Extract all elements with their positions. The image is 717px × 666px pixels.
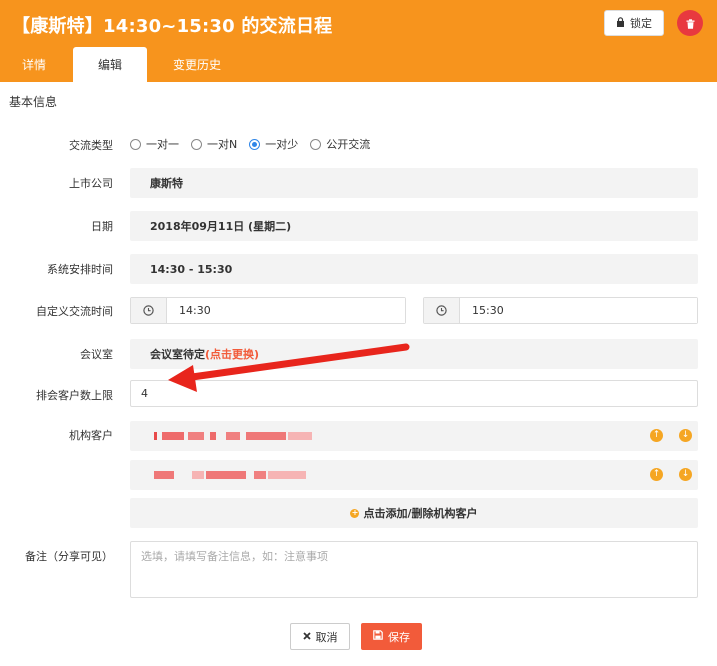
blurred-client-name <box>268 471 306 479</box>
radio-one-to-few[interactable]: 一对少 <box>249 136 298 152</box>
blurred-client-name <box>188 432 204 440</box>
date-value: 2018年09月11日 (星期二) <box>130 211 698 241</box>
cancel-button[interactable]: 取消 <box>290 623 350 650</box>
notes-textarea[interactable] <box>130 541 698 598</box>
client-limit-label: 排会客户数上限 <box>36 389 113 402</box>
trash-icon <box>686 14 695 33</box>
cancel-label: 取消 <box>315 630 338 644</box>
radio-button[interactable] <box>310 138 322 150</box>
clients-label: 机构客户 <box>69 429 113 442</box>
radio-label: 公开交流 <box>326 138 371 151</box>
lock-button[interactable]: 锁定 <box>604 10 664 36</box>
radio-label: 一对一 <box>146 138 179 151</box>
change-room-link[interactable]: (点击更换) <box>205 346 259 362</box>
section-title: 基本信息 <box>9 95 58 109</box>
meeting-room-value: 会议室待定 (点击更换) <box>130 339 698 369</box>
company-value: 康斯特 <box>130 168 698 198</box>
radio-button-checked[interactable] <box>249 138 261 150</box>
clock-icon <box>424 298 460 323</box>
client-row: ↑ ↓ <box>130 421 698 451</box>
blurred-client-name <box>206 471 246 479</box>
blurred-client-name <box>226 432 240 440</box>
blurred-client-name <box>246 432 286 440</box>
start-time-input[interactable] <box>167 298 405 323</box>
exchange-type-radios: 一对一 一对N 一对少 公开交流 <box>130 136 382 152</box>
exchange-type-label: 交流类型 <box>69 139 113 152</box>
arrow-up-circle-icon[interactable]: ↑ <box>650 468 663 481</box>
arrow-down-circle-icon[interactable]: ↓ <box>679 429 692 442</box>
radio-one-to-n[interactable]: 一对N <box>191 136 237 152</box>
radio-button[interactable] <box>191 138 202 150</box>
client-row: ↑ ↓ <box>130 460 698 490</box>
close-icon <box>302 630 311 643</box>
radio-one-to-one[interactable]: 一对一 <box>130 136 179 152</box>
end-time-group <box>423 297 698 324</box>
tab-details[interactable]: 详情 <box>0 47 68 82</box>
save-button[interactable]: 保存 <box>361 623 422 650</box>
delete-button[interactable] <box>677 10 703 36</box>
blurred-client-name <box>154 471 174 479</box>
company-label: 上市公司 <box>69 177 113 190</box>
lock-icon <box>616 16 625 30</box>
blurred-client-name <box>254 471 266 479</box>
client-limit-input[interactable] <box>130 380 698 407</box>
end-time-input[interactable] <box>460 298 697 323</box>
blurred-client-name <box>162 432 184 440</box>
clock-icon <box>131 298 167 323</box>
arrow-down-circle-icon[interactable]: ↓ <box>679 468 692 481</box>
blurred-client-name <box>288 432 312 440</box>
radio-button[interactable] <box>130 138 141 150</box>
start-time-group <box>130 297 406 324</box>
radio-label: 一对N <box>207 138 238 151</box>
date-label: 日期 <box>91 220 113 233</box>
blurred-client-name <box>210 432 216 440</box>
meeting-room-text: 会议室待定 <box>150 348 205 361</box>
radio-label: 一对少 <box>265 138 299 151</box>
add-client-label: 点击添加/删除机构客户 <box>363 507 478 520</box>
blurred-client-name <box>154 432 157 440</box>
system-time-value: 14:30 - 15:30 <box>130 254 698 284</box>
meeting-room-label: 会议室 <box>80 348 113 361</box>
blurred-client-name <box>192 471 204 479</box>
radio-public[interactable]: 公开交流 <box>310 136 370 152</box>
system-time-label: 系统安排时间 <box>47 263 113 276</box>
tab-edit[interactable]: 编辑 <box>73 47 147 82</box>
page-header: 【康斯特】14:30~15:30 的交流日程 锁定 详情 编辑 变更历史 <box>0 0 717 82</box>
page-title: 【康斯特】14:30~15:30 的交流日程 <box>12 16 333 37</box>
tab-history[interactable]: 变更历史 <box>155 47 239 82</box>
lock-label: 锁定 <box>630 17 652 30</box>
save-label: 保存 <box>388 630 410 644</box>
arrow-up-circle-icon[interactable]: ↑ <box>650 429 663 442</box>
plus-circle-icon: + <box>350 508 360 518</box>
add-client-button[interactable]: + 点击添加/删除机构客户 <box>130 498 698 528</box>
floppy-icon <box>373 630 383 643</box>
custom-time-label: 自定义交流时间 <box>36 305 113 318</box>
notes-label: 备注（分享可见） <box>25 550 113 563</box>
